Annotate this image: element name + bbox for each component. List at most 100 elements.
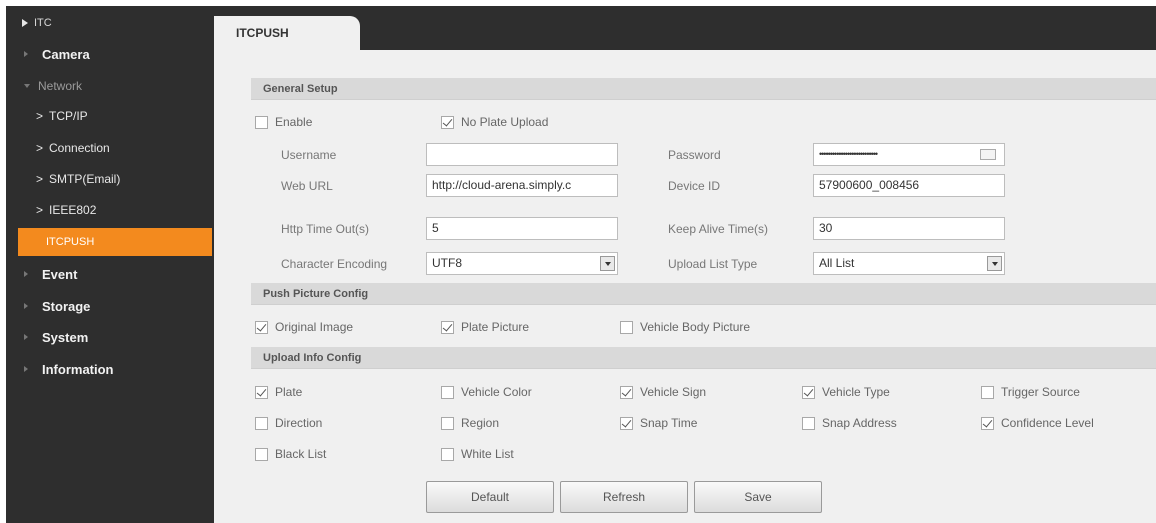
sidebar-item-label: ITCPUSH bbox=[46, 236, 95, 248]
section-upload-info-config: Upload Info Config bbox=[251, 347, 1156, 369]
select-value: All List bbox=[819, 256, 855, 270]
sidebar-item-label: ITC bbox=[34, 17, 52, 29]
sidebar-item-itcpush[interactable]: ITCPUSH bbox=[18, 228, 212, 256]
upload-list-type-label: Upload List Type bbox=[668, 257, 758, 271]
tab-itcpush[interactable]: ITCPUSH bbox=[214, 16, 360, 50]
upload-list-type-select[interactable]: All List bbox=[813, 252, 1005, 275]
checkbox-box bbox=[981, 385, 994, 399]
checkbox-label: No Plate Upload bbox=[461, 115, 549, 129]
checkbox-box bbox=[620, 385, 633, 399]
username-label: Username bbox=[281, 148, 337, 162]
sidebar-item-tcpip[interactable]: > TCP/IP bbox=[6, 103, 214, 129]
trigger-source-checkbox[interactable]: Trigger Source bbox=[981, 385, 1080, 399]
vehicle-body-picture-checkbox[interactable]: Vehicle Body Picture bbox=[620, 320, 750, 334]
sidebar-item-label: Camera bbox=[42, 46, 90, 62]
refresh-button[interactable]: Refresh bbox=[560, 481, 688, 513]
checkbox-label: Snap Time bbox=[640, 416, 698, 430]
vehicle-color-checkbox[interactable]: Vehicle Color bbox=[441, 385, 532, 399]
checkbox-label: Region bbox=[461, 416, 500, 430]
checkbox-label: Plate Picture bbox=[461, 320, 530, 334]
checkbox-label: Vehicle Color bbox=[461, 385, 532, 399]
expand-arrow-icon bbox=[22, 19, 28, 27]
sidebar-item-label: Network bbox=[38, 79, 83, 93]
checkbox-label: Confidence Level bbox=[1001, 416, 1094, 430]
checkbox-label: Snap Address bbox=[822, 416, 897, 430]
checkbox-box bbox=[255, 385, 268, 399]
snap-address-checkbox[interactable]: Snap Address bbox=[802, 416, 897, 430]
sidebar-item-network[interactable]: Network bbox=[6, 73, 214, 99]
checkbox-label: Direction bbox=[275, 416, 323, 430]
save-button[interactable]: Save bbox=[694, 481, 822, 513]
sidebar-item-label: SMTP(Email) bbox=[49, 172, 121, 186]
checkbox-label: Black List bbox=[275, 447, 327, 461]
collapsed-arrow-icon bbox=[24, 334, 28, 340]
sidebar-item-label: Information bbox=[42, 361, 114, 377]
username-input[interactable] bbox=[426, 143, 618, 166]
sidebar: ITC Camera Network > TCP/IP > Connection… bbox=[6, 6, 214, 523]
sidebar-item-information[interactable]: Information bbox=[6, 356, 214, 382]
vehicle-type-checkbox[interactable]: Vehicle Type bbox=[802, 385, 890, 399]
checkbox-label: Original Image bbox=[275, 320, 354, 334]
black-list-checkbox[interactable]: Black List bbox=[255, 447, 326, 461]
snap-time-checkbox[interactable]: Snap Time bbox=[620, 416, 697, 430]
keep-alive-label: Keep Alive Time(s) bbox=[668, 222, 769, 236]
show-password-icon[interactable] bbox=[980, 149, 996, 160]
checkbox-box bbox=[441, 447, 454, 461]
sidebar-item-smtp[interactable]: > SMTP(Email) bbox=[6, 166, 214, 192]
checkbox-box bbox=[802, 385, 815, 399]
sidebar-item-itc[interactable]: ITC bbox=[6, 10, 214, 36]
sidebar-item-label: Event bbox=[42, 266, 78, 282]
sidebar-item-connection[interactable]: > Connection bbox=[6, 135, 214, 161]
sidebar-item-system[interactable]: System bbox=[6, 324, 214, 350]
dropdown-arrow-icon bbox=[600, 256, 615, 271]
sidebar-item-ieee802[interactable]: > IEEE802 bbox=[6, 197, 214, 223]
web-url-label: Web URL bbox=[281, 179, 333, 193]
direction-checkbox[interactable]: Direction bbox=[255, 416, 322, 430]
checkbox-box bbox=[441, 385, 454, 399]
plate-checkbox[interactable]: Plate bbox=[255, 385, 302, 399]
character-encoding-select[interactable]: UTF8 bbox=[426, 252, 618, 275]
checkbox-box bbox=[620, 320, 633, 334]
expanded-arrow-icon bbox=[24, 84, 30, 88]
checkbox-label: Plate bbox=[275, 385, 303, 399]
select-value: UTF8 bbox=[432, 256, 462, 270]
section-general-setup: General Setup bbox=[251, 78, 1156, 100]
sidebar-item-label: TCP/IP bbox=[49, 109, 88, 123]
checkbox-box bbox=[441, 416, 454, 430]
checkbox-box bbox=[981, 416, 994, 430]
collapsed-arrow-icon bbox=[24, 51, 28, 57]
original-image-checkbox[interactable]: Original Image bbox=[255, 320, 353, 334]
checkbox-box bbox=[441, 115, 454, 129]
chevron-right-icon: > bbox=[36, 109, 44, 123]
default-button[interactable]: Default bbox=[426, 481, 554, 513]
collapsed-arrow-icon bbox=[24, 271, 28, 277]
confidence-level-checkbox[interactable]: Confidence Level bbox=[981, 416, 1094, 430]
device-id-input[interactable]: 57900600_008456 bbox=[813, 174, 1005, 197]
checkbox-label: Enable bbox=[275, 115, 313, 129]
collapsed-arrow-icon bbox=[24, 366, 28, 372]
enable-checkbox[interactable]: Enable bbox=[255, 115, 312, 129]
section-push-picture-config: Push Picture Config bbox=[251, 283, 1156, 305]
sidebar-item-storage[interactable]: Storage bbox=[6, 293, 214, 319]
vehicle-sign-checkbox[interactable]: Vehicle Sign bbox=[620, 385, 706, 399]
http-timeout-input[interactable]: 5 bbox=[426, 217, 618, 240]
password-label: Password bbox=[668, 148, 721, 162]
chevron-right-icon: > bbox=[36, 172, 44, 186]
checkbox-label: Vehicle Sign bbox=[640, 385, 707, 399]
region-checkbox[interactable]: Region bbox=[441, 416, 499, 430]
white-list-checkbox[interactable]: White List bbox=[441, 447, 514, 461]
sidebar-item-camera[interactable]: Camera bbox=[6, 41, 214, 67]
checkbox-box bbox=[255, 447, 268, 461]
chevron-right-icon: > bbox=[36, 203, 44, 217]
password-input[interactable]: ••••••••••••••••••••••••••• bbox=[813, 143, 1005, 166]
sidebar-item-label: Connection bbox=[49, 141, 110, 155]
keep-alive-input[interactable]: 30 bbox=[813, 217, 1005, 240]
checkbox-label: Vehicle Type bbox=[822, 385, 890, 399]
sidebar-item-label: System bbox=[42, 329, 89, 345]
plate-picture-checkbox[interactable]: Plate Picture bbox=[441, 320, 529, 334]
checkbox-box bbox=[255, 320, 268, 334]
sidebar-item-event[interactable]: Event bbox=[6, 261, 214, 287]
web-url-input[interactable]: http://cloud-arena.simply.c bbox=[426, 174, 618, 197]
checkbox-label: White List bbox=[461, 447, 514, 461]
no-plate-upload-checkbox[interactable]: No Plate Upload bbox=[441, 115, 548, 129]
